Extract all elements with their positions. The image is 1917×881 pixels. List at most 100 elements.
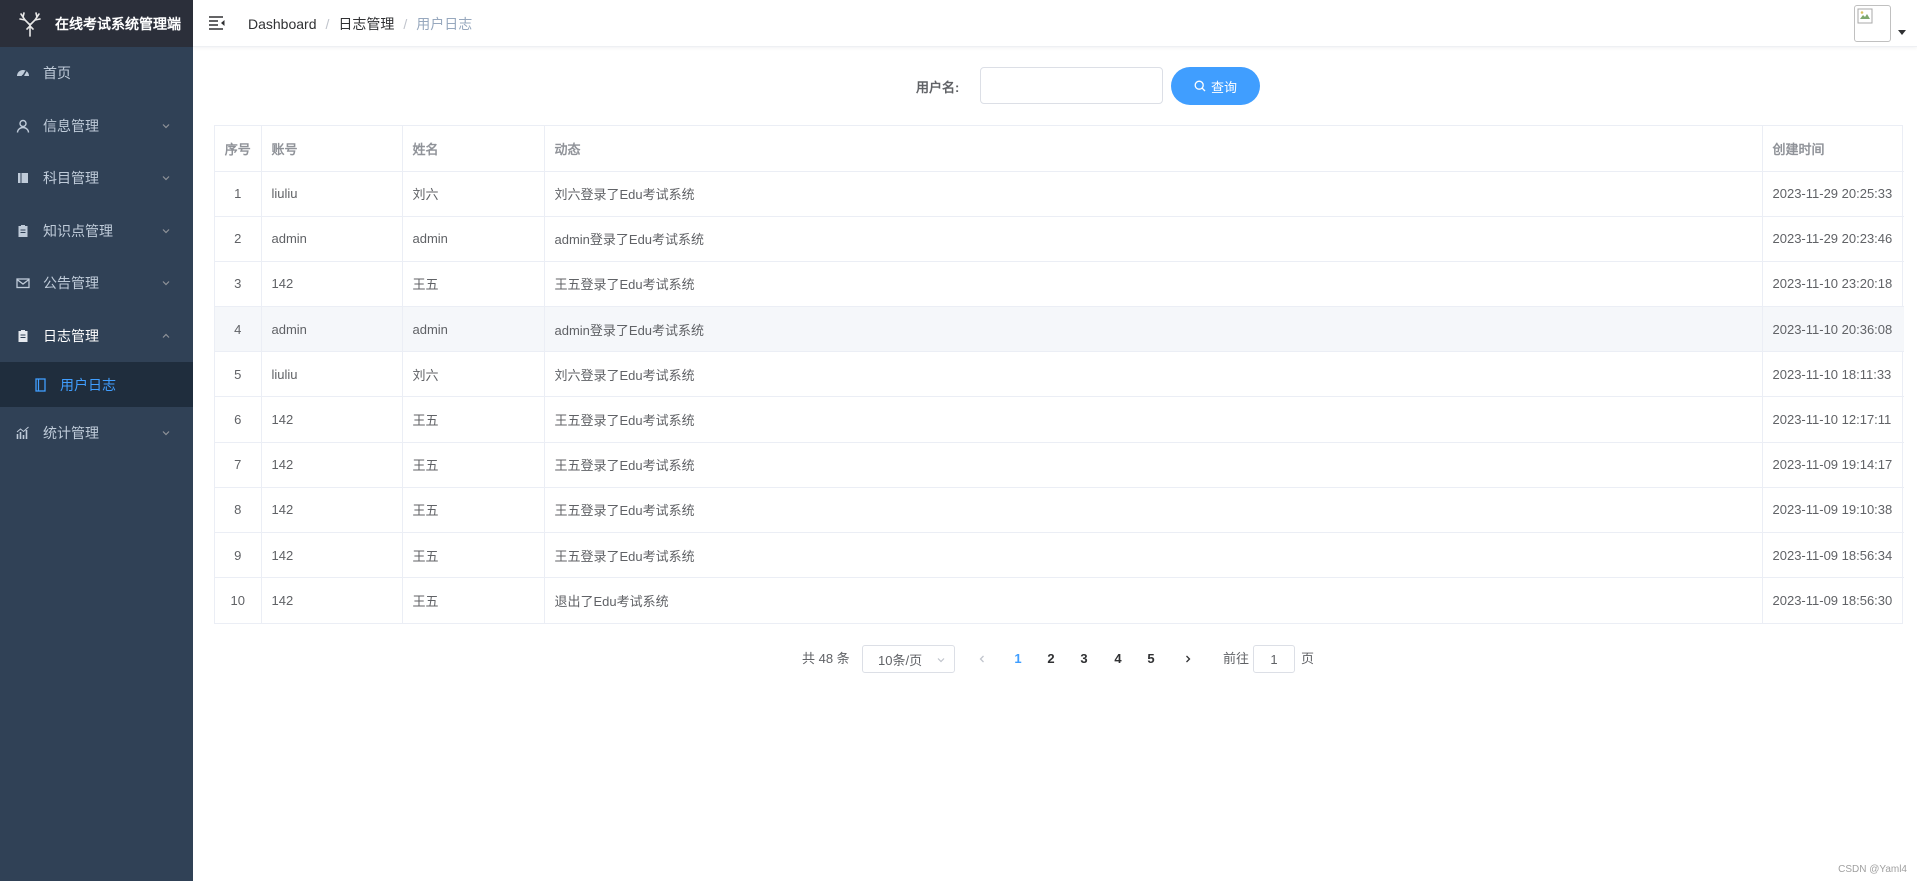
mail-icon: [16, 276, 30, 290]
cell-index: 8: [215, 487, 262, 534]
cell-index: 5: [215, 351, 262, 398]
breadcrumb-item-current: 用户日志: [416, 15, 473, 32]
cell-index: 10: [215, 577, 262, 623]
page-size-value: 10条/页: [878, 652, 923, 668]
page-number-button[interactable]: 3: [1069, 645, 1099, 673]
cell-activity: 刘六登录了Edu考试系统: [544, 351, 1763, 398]
cell-account: 142: [261, 487, 403, 534]
sidebar-item-stats[interactable]: 统计管理: [0, 407, 193, 460]
column-header-created-time: 创建时间: [1762, 126, 1904, 172]
cell-activity: 退出了Edu考试系统: [544, 577, 1763, 623]
chevron-down-icon: [161, 226, 171, 236]
username-input[interactable]: [980, 67, 1163, 104]
cell-activity: 王五登录了Edu考试系统: [544, 261, 1763, 308]
table-row[interactable]: 8 142 王五 王五登录了Edu考试系统 2023-11-09 19:10:38: [215, 487, 1904, 534]
cell-index: 9: [215, 532, 262, 579]
cell-name: 王五: [402, 396, 545, 443]
cell-index: 7: [215, 442, 262, 488]
table-row[interactable]: 1 liuliu 刘六 刘六登录了Edu考试系统 2023-11-29 20:25:33: [215, 171, 1904, 217]
cell-activity: 刘六登录了Edu考试系统: [544, 171, 1763, 217]
sidebar-subitem-user-log[interactable]: 用户日志: [0, 362, 193, 407]
column-header-name: 姓名: [402, 126, 545, 172]
cell-created-time: 2023-11-29 20:25:33: [1762, 171, 1904, 217]
cell-name: admin: [402, 216, 545, 262]
sidebar-item-label: 知识点管理: [43, 222, 113, 239]
breadcrumb-item-log[interactable]: 日志管理: [338, 14, 394, 34]
sidebar-item-notice[interactable]: 公告管理: [0, 257, 193, 310]
chevron-down-icon: [161, 428, 171, 438]
hamburger-icon[interactable]: [208, 15, 226, 31]
cell-created-time: 2023-11-09 18:56:34: [1762, 532, 1904, 579]
table-row[interactable]: 6 142 王五 王五登录了Edu考试系统 2023-11-10 12:17:11: [215, 396, 1904, 443]
cell-name: 刘六: [402, 171, 545, 217]
sidebar-item-label: 科目管理: [43, 170, 99, 187]
table-row[interactable]: 9 142 王五 王五登录了Edu考试系统 2023-11-09 18:56:34: [215, 532, 1904, 579]
table-row[interactable]: 10 142 王五 退出了Edu考试系统 2023-11-09 18:56:30: [215, 577, 1904, 623]
cell-account: 142: [261, 261, 403, 308]
broken-image-icon: [1857, 8, 1873, 24]
cell-created-time: 2023-11-29 20:23:46: [1762, 216, 1904, 262]
sidebar-item-knowledge[interactable]: 知识点管理: [0, 205, 193, 258]
pagination: 共 48 条 10条/页 1 2 3 4 5 前往 页: [193, 645, 1917, 673]
dashboard-icon: [16, 66, 30, 80]
user-menu[interactable]: [1854, 5, 1906, 42]
cell-activity: 王五登录了Edu考试系统: [544, 532, 1763, 579]
cell-name: 刘六: [402, 351, 545, 398]
table-row[interactable]: 4 admin admin admin登录了Edu考试系统 2023-11-10 20:…: [215, 306, 1904, 353]
page-number-button[interactable]: 5: [1136, 645, 1166, 673]
goto-page-input[interactable]: [1253, 645, 1295, 673]
sidebar-item-label: 首页: [43, 65, 71, 82]
cell-name: admin: [402, 306, 545, 353]
clipboard-icon: [16, 224, 30, 238]
cell-index: 3: [215, 261, 262, 308]
deer-logo-icon: [19, 11, 41, 37]
user-icon: [16, 119, 30, 133]
table-row[interactable]: 3 142 王五 王五登录了Edu考试系统 2023-11-10 23:20:18: [215, 261, 1904, 308]
log-table: 序号 账号 姓名 动态 创建时间 1 liuliu 刘六 刘六登录了Edu考试系统 20…: [214, 125, 1904, 624]
cell-account: 142: [261, 532, 403, 579]
log-icon: [34, 377, 47, 392]
chevron-down-icon: [161, 173, 171, 183]
chevron-up-icon: [161, 331, 171, 341]
chevron-down-icon: [161, 121, 171, 131]
cell-created-time: 2023-11-10 18:11:33: [1762, 351, 1904, 398]
cell-account: admin: [261, 216, 403, 262]
page-number-button[interactable]: 1: [1003, 645, 1033, 673]
sidebar-item-label: 统计管理: [43, 425, 99, 442]
breadcrumb-item-dashboard[interactable]: Dashboard: [248, 16, 317, 32]
caret-down-icon: [1898, 30, 1906, 35]
page-size-select[interactable]: 10条/页: [862, 645, 955, 673]
avatar[interactable]: [1854, 5, 1891, 42]
chart-icon: [16, 426, 30, 440]
book-icon: [16, 171, 30, 185]
cell-index: 2: [215, 216, 262, 262]
search-form: 用户名: 查询: [193, 67, 1917, 105]
cell-index: 6: [215, 396, 262, 443]
table-row[interactable]: 7 142 王五 王五登录了Edu考试系统 2023-11-09 19:14:17: [215, 442, 1904, 488]
cell-activity: admin登录了Edu考试系统: [544, 306, 1763, 353]
sidebar-item-log[interactable]: 日志管理: [0, 310, 193, 363]
next-page-button[interactable]: [1178, 645, 1198, 673]
username-label: 用户名:: [916, 79, 960, 95]
table-row[interactable]: 2 admin admin admin登录了Edu考试系统 2023-11-29 20:…: [215, 216, 1904, 262]
table-header-row: 序号 账号 姓名 动态 创建时间: [215, 126, 1904, 172]
sidebar-item-info[interactable]: 信息管理: [0, 100, 193, 153]
cell-index: 4: [215, 306, 262, 353]
column-header-activity: 动态: [544, 126, 1763, 172]
page-number-button[interactable]: 2: [1036, 645, 1066, 673]
sidebar-item-home[interactable]: 首页: [0, 47, 193, 100]
cell-account: 142: [261, 577, 403, 623]
app-logo[interactable]: 在线考试系统管理端: [0, 0, 193, 47]
cell-account: liuliu: [261, 351, 403, 398]
prev-page-button[interactable]: [972, 645, 992, 673]
sidebar-item-label: 日志管理: [43, 327, 99, 344]
sidebar: 在线考试系统管理端 首页 信息管理 科目管理 知识点管理 公告管理 日志管理 用…: [0, 0, 193, 881]
search-button[interactable]: 查询: [1171, 67, 1260, 105]
cell-created-time: 2023-11-09 19:10:38: [1762, 487, 1904, 534]
search-icon: [1194, 80, 1206, 92]
sidebar-item-subject[interactable]: 科目管理: [0, 152, 193, 205]
page-number-button[interactable]: 4: [1103, 645, 1133, 673]
cell-account: liuliu: [261, 171, 403, 217]
table-row[interactable]: 5 liuliu 刘六 刘六登录了Edu考试系统 2023-11-10 18:11:33: [215, 351, 1904, 398]
cell-activity: 王五登录了Edu考试系统: [544, 442, 1763, 488]
